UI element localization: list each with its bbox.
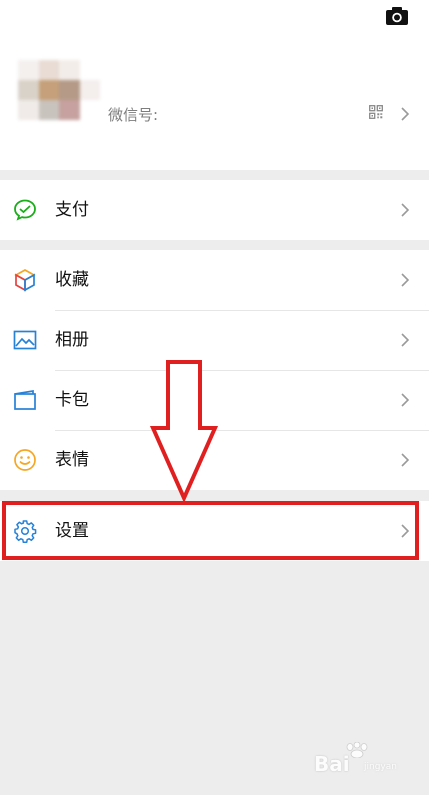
chevron-right-icon xyxy=(401,273,410,287)
watermark-subtext: jingyan xyxy=(364,762,397,772)
chevron-right-icon xyxy=(401,203,410,217)
menu-item-favorites[interactable]: 收藏 xyxy=(0,250,429,310)
favorites-cube-icon xyxy=(14,269,36,292)
menu-item-label: 表情 xyxy=(55,450,89,470)
menu-item-label: 支付 xyxy=(55,200,89,220)
avatar[interactable] xyxy=(18,60,100,120)
chevron-right-icon xyxy=(401,333,410,347)
menu-item-label: 卡包 xyxy=(55,390,89,410)
chevron-right-icon xyxy=(401,453,410,467)
camera-icon[interactable] xyxy=(385,6,409,26)
menu-item-label: 收藏 xyxy=(55,270,89,290)
baidu-watermark: Bai jingyan xyxy=(312,742,412,778)
album-icon xyxy=(13,330,37,350)
menu-item-pay[interactable]: 支付 xyxy=(0,180,429,240)
settings-highlight-box xyxy=(2,501,419,560)
card-wallet-icon xyxy=(14,389,36,410)
pay-group: 支付 xyxy=(0,180,429,240)
qr-code-icon[interactable] xyxy=(369,105,383,119)
down-arrow-annotation-icon xyxy=(150,360,218,502)
menu-item-label: 相册 xyxy=(55,330,89,350)
wechat-pay-icon xyxy=(14,199,36,221)
watermark-text: Bai xyxy=(314,752,350,776)
chevron-right-icon xyxy=(401,107,410,121)
chevron-right-icon xyxy=(401,393,410,407)
profile-header[interactable]: 微信号: xyxy=(0,0,429,170)
sticker-smiley-icon xyxy=(14,449,36,471)
wechat-id-label: 微信号: xyxy=(108,106,159,124)
